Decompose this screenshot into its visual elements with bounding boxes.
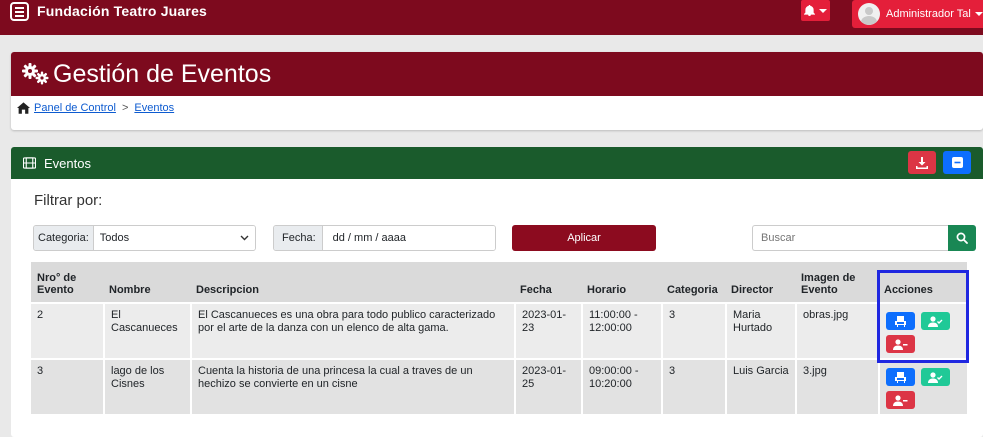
- table-header-row: Nro° de Evento Nombre Descripcion Fecha …: [31, 262, 967, 302]
- filter-title: Filtrar por:: [34, 192, 103, 209]
- events-title: Eventos: [44, 155, 91, 171]
- chevron-down-icon: [240, 235, 249, 241]
- user-remove-icon: [893, 338, 908, 350]
- cell-imagen: obras.jpg: [795, 302, 878, 358]
- date-label: Fecha:: [274, 226, 323, 250]
- apply-button[interactable]: Aplicar: [512, 225, 656, 251]
- cell-descripcion: Cuenta la historia de una princesa la cu…: [190, 358, 514, 414]
- column-header: Acciones: [878, 262, 967, 302]
- cell-acciones: [878, 358, 967, 414]
- collapse-button[interactable]: [943, 151, 971, 174]
- user-avatar: [858, 3, 880, 25]
- user-name: Administrador Tal: [886, 8, 971, 20]
- table-row: 2 El Cascanueces El Cascanueces es una o…: [31, 302, 967, 358]
- column-header: Categoria: [661, 262, 725, 302]
- cell-nombre: El Cascanueces: [103, 302, 190, 358]
- bell-icon: [804, 5, 815, 16]
- breadcrumb: Panel de Control > Eventos: [17, 102, 174, 114]
- cell-director: Maria Hurtado: [725, 302, 795, 358]
- cell-fecha: 2023-01-23: [514, 302, 581, 358]
- breadcrumb-panel[interactable]: Panel de Control: [34, 102, 116, 114]
- column-header: Nro° de Evento: [31, 262, 103, 302]
- category-value: Todos: [99, 232, 130, 244]
- user-menu-button[interactable]: Administrador Tal: [852, 0, 983, 28]
- search-icon: [956, 232, 968, 244]
- search-input[interactable]: Buscar: [752, 225, 948, 251]
- date-input[interactable]: dd / mm / aaaa: [322, 226, 495, 250]
- seat-icon: [895, 371, 906, 383]
- events-card: Eventos Filtrar por: Categoria: Todos Fe…: [11, 147, 983, 437]
- cell-nombre: lago de los Cisnes: [103, 358, 190, 414]
- search-group: Buscar: [752, 225, 976, 251]
- remove-user-button[interactable]: [886, 335, 915, 353]
- seat-icon: [895, 315, 906, 327]
- seats-button[interactable]: [886, 312, 915, 330]
- gears-icon: [22, 63, 49, 85]
- cell-fecha: 2023-01-25: [514, 358, 581, 414]
- page-header: Gestión de Eventos: [11, 52, 983, 96]
- column-header: Descripcion: [190, 262, 514, 302]
- user-check-icon: [928, 315, 943, 327]
- cell-acciones: [878, 302, 967, 358]
- cell-director: Luis Garcia: [725, 358, 795, 414]
- seats-button[interactable]: [886, 368, 915, 386]
- film-icon: [23, 157, 36, 169]
- top-navbar: Fundación Teatro Juares Administrador Ta…: [0, 0, 983, 35]
- download-icon: [916, 156, 928, 169]
- category-filter: Categoria: Todos: [33, 225, 256, 251]
- search-button[interactable]: [948, 225, 976, 251]
- assign-user-button[interactable]: [921, 368, 950, 386]
- cell-horario: 09:00:00 - 10:20:00: [581, 358, 661, 414]
- home-icon: [17, 102, 30, 114]
- events-header: Eventos: [11, 147, 983, 179]
- breadcrumb-eventos[interactable]: Eventos: [134, 102, 174, 114]
- cell-categoria: 3: [661, 302, 725, 358]
- column-header: Imagen de Evento: [795, 262, 878, 302]
- category-select[interactable]: Todos: [93, 226, 255, 250]
- cell-nro: 2: [31, 302, 103, 358]
- cell-imagen: 3.jpg: [795, 358, 878, 414]
- date-filter: Fecha: dd / mm / aaaa: [273, 225, 496, 251]
- breadcrumb-separator: >: [121, 102, 129, 114]
- notifications-button[interactable]: [801, 0, 830, 21]
- column-header: Horario: [581, 262, 661, 302]
- cell-horario: 11:00:00 - 12:00:00: [581, 302, 661, 358]
- category-label: Categoria:: [34, 226, 94, 250]
- minus-square-icon: [951, 157, 963, 168]
- column-header: Director: [725, 262, 795, 302]
- chevron-down-icon: [819, 8, 827, 13]
- column-header: Fecha: [514, 262, 581, 302]
- cell-descripcion: El Cascanueces es una obra para todo pub…: [190, 302, 514, 358]
- page-header-card: Gestión de Eventos Panel de Control > Ev…: [11, 52, 983, 130]
- user-remove-icon: [893, 394, 908, 406]
- cell-nro: 3: [31, 358, 103, 414]
- page-title: Gestión de Eventos: [53, 59, 272, 88]
- table-row: 3 lago de los Cisnes Cuenta la historia …: [31, 358, 967, 414]
- cell-categoria: 3: [661, 358, 725, 414]
- date-placeholder: dd / mm / aaaa: [332, 232, 407, 244]
- assign-user-button[interactable]: [921, 312, 950, 330]
- events-table: Nro° de Evento Nombre Descripcion Fecha …: [31, 262, 967, 414]
- chevron-down-icon: [974, 12, 983, 16]
- column-header: Nombre: [103, 262, 190, 302]
- user-check-icon: [928, 371, 943, 383]
- brand-title[interactable]: Fundación Teatro Juares: [37, 3, 207, 19]
- download-button[interactable]: [908, 151, 936, 174]
- remove-user-button[interactable]: [886, 391, 915, 409]
- menu-icon[interactable]: [10, 2, 29, 21]
